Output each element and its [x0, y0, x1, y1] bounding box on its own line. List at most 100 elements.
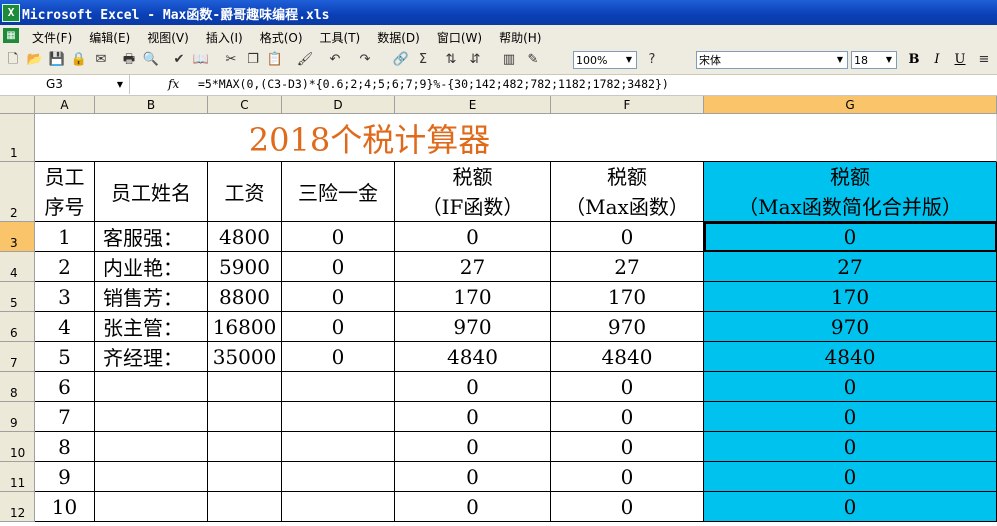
insert-function-icon[interactable]: fx [168, 75, 179, 94]
cell-tax-simple[interactable]: 27 [704, 252, 997, 282]
italic-button[interactable]: I [927, 51, 947, 69]
help-icon[interactable]: ? [643, 51, 661, 69]
cell-g1[interactable] [704, 114, 997, 162]
cell-no[interactable]: 2 [35, 252, 95, 282]
new-icon[interactable]: 🗋 [4, 51, 22, 69]
cell-tax-max[interactable]: 0 [551, 222, 704, 252]
cell-insurance[interactable] [282, 492, 395, 522]
sheet-title[interactable]: 2018个税计算器 [35, 114, 704, 162]
cell-tax-if[interactable]: 0 [395, 492, 551, 522]
cell-name[interactable]: 张主管： [95, 312, 208, 342]
spelling-icon[interactable]: ✔ [170, 51, 188, 69]
menu-item[interactable]: 数据(D) [377, 29, 420, 46]
cell-tax-if[interactable]: 0 [395, 402, 551, 432]
column-header-d[interactable]: D [282, 96, 395, 114]
font-name-select[interactable]: 宋体 ▼ [696, 51, 848, 69]
row-header-2[interactable]: 2 [0, 162, 35, 222]
header-tax-simple[interactable]: 税额 （Max函数简化合并版） [704, 162, 997, 222]
cell-insurance[interactable] [282, 462, 395, 492]
cell-insurance[interactable]: 0 [282, 312, 395, 342]
cell-tax-simple[interactable]: 0 [704, 402, 997, 432]
cell-tax-if[interactable]: 170 [395, 282, 551, 312]
formula-input[interactable]: =5*MAX(0,(C3-D3)*{0.6;2;4;5;6;7;9}%-{30;… [198, 75, 669, 94]
cell-no[interactable]: 8 [35, 432, 95, 462]
cell-tax-simple[interactable]: 0 [704, 432, 997, 462]
paste-icon[interactable]: 📋 [266, 51, 284, 69]
cell-tax-max[interactable]: 0 [551, 462, 704, 492]
chevron-down-icon[interactable]: ▼ [623, 53, 635, 67]
excel-icon[interactable]: X [2, 4, 20, 22]
cell-salary[interactable]: 16800 [208, 312, 282, 342]
sort-descending-icon[interactable]: ⇵ [466, 51, 484, 69]
header-tax-if[interactable]: 税额 （IF函数） [395, 162, 551, 222]
cell-tax-simple[interactable]: 170 [704, 282, 997, 312]
permission-icon[interactable]: 🔒 [70, 51, 88, 69]
redo-icon[interactable]: ↷ [356, 51, 374, 69]
cell-tax-max[interactable]: 27 [551, 252, 704, 282]
cell-tax-if[interactable]: 0 [395, 432, 551, 462]
row-header-8[interactable]: 8 [0, 372, 35, 402]
row-header-9[interactable]: 9 [0, 402, 35, 432]
cell-tax-if[interactable]: 970 [395, 312, 551, 342]
cell-tax-simple[interactable]: 0 [704, 372, 997, 402]
cell-name[interactable]: 销售芳： [95, 282, 208, 312]
row-header-1[interactable]: 1 [0, 114, 35, 162]
cell-no[interactable]: 10 [35, 492, 95, 522]
sort-ascending-icon[interactable]: ⇅ [442, 51, 460, 69]
header-salary[interactable]: 工资 [208, 162, 282, 222]
cell-salary[interactable]: 35000 [208, 342, 282, 372]
cell-tax-if[interactable]: 4840 [395, 342, 551, 372]
row-header-4[interactable]: 4 [0, 252, 35, 282]
cell-name[interactable]: 齐经理： [95, 342, 208, 372]
cell-insurance[interactable]: 0 [282, 252, 395, 282]
cell-insurance[interactable]: 0 [282, 282, 395, 312]
cell-no[interactable]: 9 [35, 462, 95, 492]
cell-name[interactable] [95, 372, 208, 402]
hyperlink-icon[interactable]: 🔗 [392, 51, 410, 69]
cell-tax-max[interactable]: 0 [551, 402, 704, 432]
cell-no[interactable]: 3 [35, 282, 95, 312]
cell-tax-max[interactable]: 170 [551, 282, 704, 312]
underline-button[interactable]: U [950, 51, 970, 69]
font-size-select[interactable]: 18 ▼ [851, 51, 897, 69]
format-painter-icon[interactable]: 🖌 [296, 51, 314, 69]
cell-tax-simple[interactable]: 0 [704, 492, 997, 522]
cell-tax-simple[interactable]: 4840 [704, 342, 997, 372]
cell-name[interactable]: 客服强： [95, 222, 208, 252]
align-left-icon[interactable]: ≡ [975, 51, 993, 69]
cell-no[interactable]: 5 [35, 342, 95, 372]
open-icon[interactable]: 📂 [26, 51, 44, 69]
cell-tax-max[interactable]: 0 [551, 372, 704, 402]
cell-name[interactable] [95, 462, 208, 492]
cell-tax-max[interactable]: 0 [551, 432, 704, 462]
cell-tax-simple[interactable]: 0 [704, 222, 997, 252]
cell-tax-simple[interactable]: 0 [704, 462, 997, 492]
cell-insurance[interactable] [282, 432, 395, 462]
menu-item[interactable]: 编辑(E) [89, 29, 130, 46]
research-icon[interactable]: 📖 [192, 51, 210, 69]
header-insurance[interactable]: 三险一金 [282, 162, 395, 222]
autosum-icon[interactable]: Σ [414, 51, 432, 69]
cell-insurance[interactable] [282, 402, 395, 432]
cell-tax-simple[interactable]: 970 [704, 312, 997, 342]
print-preview-icon[interactable]: 🔍 [142, 51, 160, 69]
print-icon[interactable]: 🖶 [120, 51, 138, 69]
zoom-select[interactable]: 100% ▼ [573, 51, 637, 69]
cell-name[interactable] [95, 492, 208, 522]
column-header-f[interactable]: F [551, 96, 704, 114]
menu-item[interactable]: 窗口(W) [437, 29, 482, 46]
column-header-g[interactable]: G [704, 96, 997, 114]
cell-salary[interactable]: 4800 [208, 222, 282, 252]
drawing-icon[interactable]: ✎ [524, 51, 542, 69]
header-tax-max[interactable]: 税额 （Max函数） [551, 162, 704, 222]
cell-salary[interactable] [208, 402, 282, 432]
row-header-3[interactable]: 3 [0, 222, 35, 252]
column-header-a[interactable]: A [35, 96, 95, 114]
cell-name[interactable] [95, 402, 208, 432]
cell-insurance[interactable]: 0 [282, 222, 395, 252]
row-header-6[interactable]: 6 [0, 312, 35, 342]
cell-tax-max[interactable]: 0 [551, 492, 704, 522]
cell-no[interactable]: 7 [35, 402, 95, 432]
chart-wizard-icon[interactable]: ▥ [500, 51, 518, 69]
row-header-11[interactable]: 11 [0, 462, 35, 492]
